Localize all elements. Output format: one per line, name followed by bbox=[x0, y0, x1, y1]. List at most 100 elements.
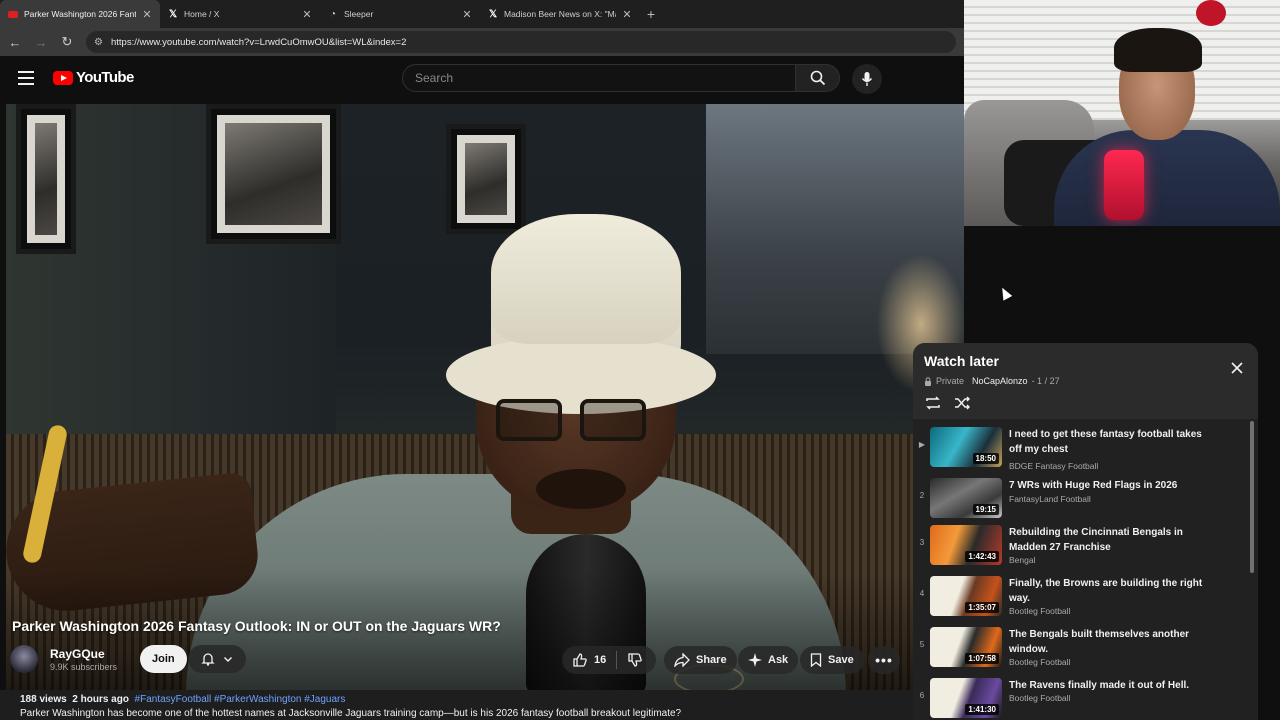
video-thumbnail[interactable]: 19:15 bbox=[930, 478, 1002, 518]
video-duration: 1:35:07 bbox=[965, 602, 999, 613]
thumbs-down-icon bbox=[628, 653, 643, 667]
voice-search-button[interactable] bbox=[852, 64, 882, 94]
video-duration: 1:42:43 bbox=[965, 551, 999, 562]
playlist-scrollbar[interactable] bbox=[1250, 421, 1254, 573]
webcam-microphone bbox=[1104, 150, 1144, 220]
screen: Parker Washington 2026 Fanta ✕ 𝕏 Home / … bbox=[0, 0, 1280, 720]
item-index: 6 bbox=[919, 691, 925, 700]
channel-name[interactable]: RayGQue bbox=[50, 647, 117, 661]
tab-madison-beer[interactable]: 𝕏 Madison Beer News on X: "Ma ✕ bbox=[480, 0, 640, 28]
webcam-red-cap bbox=[1196, 0, 1226, 26]
more-actions-button[interactable]: ••• bbox=[868, 646, 900, 674]
playlist-item[interactable]: 4 1:35:07 Finally, the Browns are buildi… bbox=[913, 572, 1243, 622]
microphone-icon bbox=[861, 72, 873, 86]
close-icon[interactable] bbox=[1230, 361, 1244, 375]
playlist-item[interactable]: ▶ 18:50 I need to get these fantasy foot… bbox=[913, 423, 1243, 473]
like-button[interactable]: 16 bbox=[562, 652, 616, 668]
close-icon[interactable]: ✕ bbox=[622, 8, 632, 21]
share-button[interactable]: Share bbox=[664, 646, 737, 674]
playlist-owner[interactable]: NoCapAlonzo bbox=[972, 376, 1028, 386]
new-tab-button[interactable]: + bbox=[640, 0, 662, 28]
description-box[interactable]: 188 views 2 hours ago #FantasyFootball #… bbox=[0, 690, 964, 720]
playlist-header: Watch later Private NoCapAlonzo - 1 / 27 bbox=[913, 343, 1258, 419]
channel-info: RayGQue 9.9K subscribers bbox=[10, 644, 117, 674]
shuffle-icon[interactable] bbox=[953, 395, 971, 411]
tab-youtube[interactable]: Parker Washington 2026 Fanta ✕ bbox=[0, 0, 160, 28]
video-thumbnail[interactable]: 1:42:43 bbox=[930, 525, 1002, 565]
channel-name[interactable]: Bootleg Football bbox=[1009, 606, 1070, 616]
sleeper-icon: ◔ bbox=[329, 8, 337, 20]
close-icon[interactable]: ✕ bbox=[462, 8, 472, 21]
search-button[interactable] bbox=[796, 64, 840, 92]
forward-arrow-icon[interactable]: → bbox=[34, 35, 48, 50]
video-duration: 1:41:30 bbox=[965, 704, 999, 715]
hashtags[interactable]: #FantasyFootball #ParkerWashington #Jagu… bbox=[135, 694, 346, 705]
video-thumbnail[interactable]: 1:35:07 bbox=[930, 576, 1002, 616]
like-dislike-group: 16 bbox=[562, 646, 656, 674]
playlist-item[interactable]: 5 1:07:58 The Bengals built themselves a… bbox=[913, 623, 1243, 673]
description-text: Parker Washington has become one of the … bbox=[20, 708, 682, 719]
playlist-item[interactable]: 3 1:42:43 Rebuilding the Cincinnati Beng… bbox=[913, 521, 1243, 571]
tab-label: Parker Washington 2026 Fanta bbox=[24, 9, 136, 19]
playlist-position: - 1 / 27 bbox=[1031, 376, 1060, 386]
dislike-button[interactable] bbox=[617, 652, 653, 668]
search-input[interactable] bbox=[415, 71, 795, 85]
tab-sleeper[interactable]: ◔ Sleeper ✕ bbox=[320, 0, 480, 28]
video-title[interactable]: Finally, the Browns are building the rig… bbox=[1009, 576, 1209, 606]
video-thumbnail[interactable]: 1:41:30 bbox=[930, 678, 1002, 718]
logo-text: YouTube bbox=[76, 69, 134, 86]
x-icon: 𝕏 bbox=[488, 8, 498, 20]
channel-name[interactable]: BDGE Fantasy Football bbox=[1009, 461, 1098, 471]
channel-name[interactable]: FantasyLand Football bbox=[1009, 494, 1091, 504]
youtube-logo[interactable]: YouTube bbox=[53, 69, 134, 86]
mouse-cursor bbox=[997, 285, 1013, 301]
tab-x-home[interactable]: 𝕏 Home / X ✕ bbox=[160, 0, 320, 28]
notifications-button[interactable] bbox=[188, 645, 246, 673]
video-title[interactable]: The Ravens finally made it out of Hell. bbox=[1009, 678, 1209, 693]
youtube-header: YouTube bbox=[0, 56, 964, 104]
playlist-item[interactable]: 6 1:41:30 The Ravens finally made it out… bbox=[913, 674, 1243, 720]
subscriber-count: 9.9K subscribers bbox=[50, 661, 118, 672]
save-button[interactable]: Save bbox=[800, 646, 864, 674]
video-title[interactable]: Rebuilding the Cincinnati Bengals in Mad… bbox=[1009, 525, 1209, 555]
playlist-item[interactable]: 2 19:15 7 WRs with Huge Red Flags in 202… bbox=[913, 474, 1243, 524]
site-info-icon[interactable]: ⚙ bbox=[94, 37, 103, 48]
now-playing-indicator: ▶ bbox=[918, 440, 926, 449]
video-title[interactable]: The Bengals built themselves another win… bbox=[1009, 627, 1209, 657]
x-icon: 𝕏 bbox=[168, 8, 178, 20]
search-box bbox=[402, 64, 796, 92]
bell-icon bbox=[201, 653, 215, 666]
channel-name[interactable]: Bootleg Football bbox=[1009, 693, 1070, 703]
video-title[interactable]: 7 WRs with Huge Red Flags in 2026 bbox=[1009, 478, 1209, 493]
channel-name[interactable]: Bengal bbox=[1009, 555, 1035, 565]
menu-icon[interactable] bbox=[18, 71, 34, 85]
share-icon bbox=[674, 653, 690, 667]
playlist-title[interactable]: Watch later bbox=[924, 353, 999, 369]
tab-label: Home / X bbox=[184, 9, 220, 19]
sparkle-icon bbox=[748, 653, 762, 667]
close-icon[interactable]: ✕ bbox=[302, 8, 312, 21]
address-bar: ← → ↻ ⚙ https://www.youtube.com/watch?v=… bbox=[0, 28, 964, 56]
loop-icon[interactable] bbox=[924, 395, 942, 411]
item-index: 3 bbox=[919, 538, 925, 547]
join-button[interactable]: Join bbox=[140, 645, 187, 673]
back-arrow-icon[interactable]: ← bbox=[8, 35, 22, 50]
video-frame-art bbox=[206, 104, 341, 244]
close-icon[interactable]: ✕ bbox=[142, 8, 152, 21]
item-index: 2 bbox=[919, 491, 925, 500]
video-thumbnail[interactable]: 1:07:58 bbox=[930, 627, 1002, 667]
video-duration: 19:15 bbox=[972, 504, 999, 515]
item-index: 5 bbox=[919, 640, 925, 649]
channel-avatar[interactable] bbox=[10, 645, 38, 673]
tab-label: Sleeper bbox=[344, 9, 374, 19]
reload-icon[interactable]: ↻ bbox=[60, 34, 74, 50]
channel-name[interactable]: Bootleg Football bbox=[1009, 657, 1070, 667]
video-title[interactable]: I need to get these fantasy football tak… bbox=[1009, 427, 1209, 457]
ask-button[interactable]: Ask bbox=[738, 646, 799, 674]
video-thumbnail[interactable]: 18:50 bbox=[930, 427, 1002, 467]
share-label: Share bbox=[696, 654, 727, 666]
video-glasses bbox=[496, 399, 656, 445]
video-player[interactable] bbox=[6, 104, 964, 690]
video-beard bbox=[536, 469, 626, 509]
url-field[interactable]: ⚙ https://www.youtube.com/watch?v=LrwdCu… bbox=[86, 31, 956, 53]
